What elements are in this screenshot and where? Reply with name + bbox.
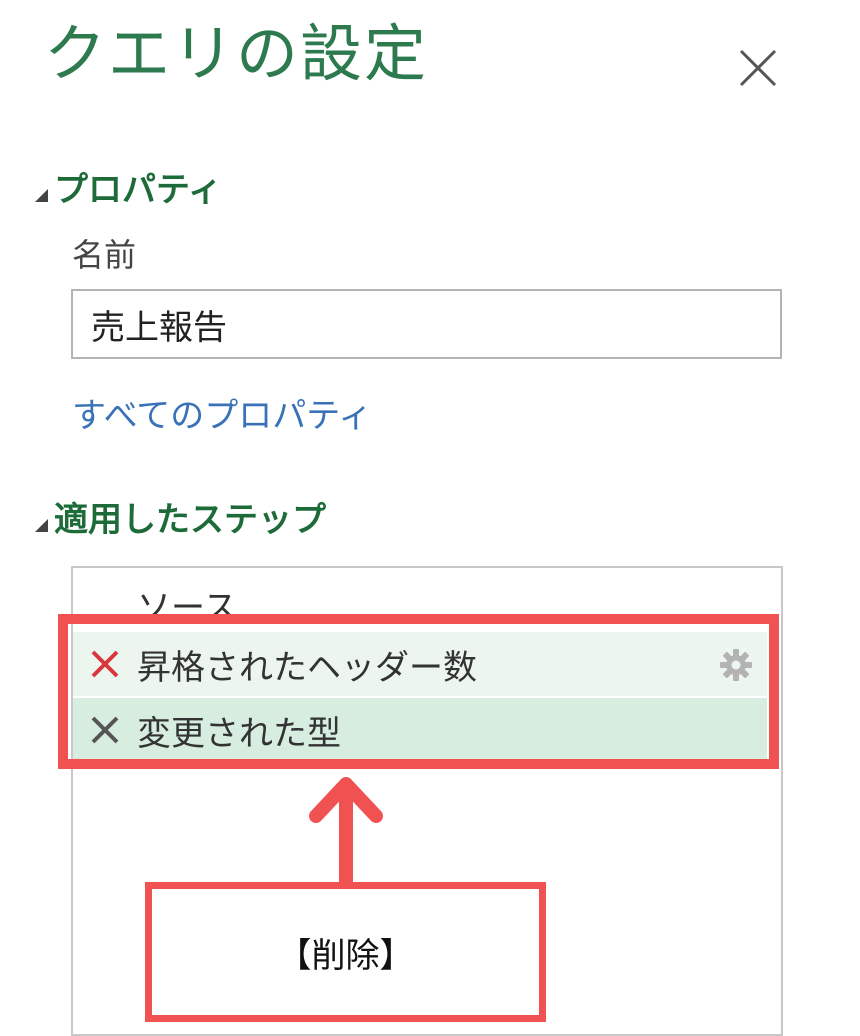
applied-steps-section-title: 適用したステップ — [54, 499, 326, 540]
annotation-callout: 【削除】 — [145, 882, 546, 1022]
properties-section-title: プロパティ — [54, 169, 222, 210]
delete-x-icon[interactable] — [87, 646, 123, 682]
callout-text: 【削除】 — [277, 935, 414, 976]
applied-steps-section-header[interactable]: 適用したステップ — [32, 494, 326, 540]
delete-x-icon[interactable] — [87, 712, 123, 748]
gear-icon[interactable] — [719, 648, 753, 682]
close-icon[interactable] — [738, 48, 778, 88]
panel-title: クエリの設定 — [44, 17, 429, 90]
annotation-arrow-up-icon — [308, 772, 384, 888]
step-item-promoted-headers[interactable]: 昇格されたヘッダー数 — [73, 632, 767, 696]
query-name-input[interactable] — [71, 289, 782, 359]
step-label: ソース — [137, 587, 238, 628]
name-label: 名前 — [72, 236, 137, 274]
step-label: 昇格されたヘッダー数 — [137, 647, 477, 688]
properties-section-header[interactable]: プロパティ — [32, 164, 222, 210]
step-item-source[interactable]: ソース — [73, 572, 767, 636]
step-label: 変更された型 — [137, 713, 341, 754]
all-properties-link[interactable]: すべてのプロパティ — [72, 388, 372, 437]
step-item-changed-type[interactable]: 変更された型 — [73, 698, 767, 762]
